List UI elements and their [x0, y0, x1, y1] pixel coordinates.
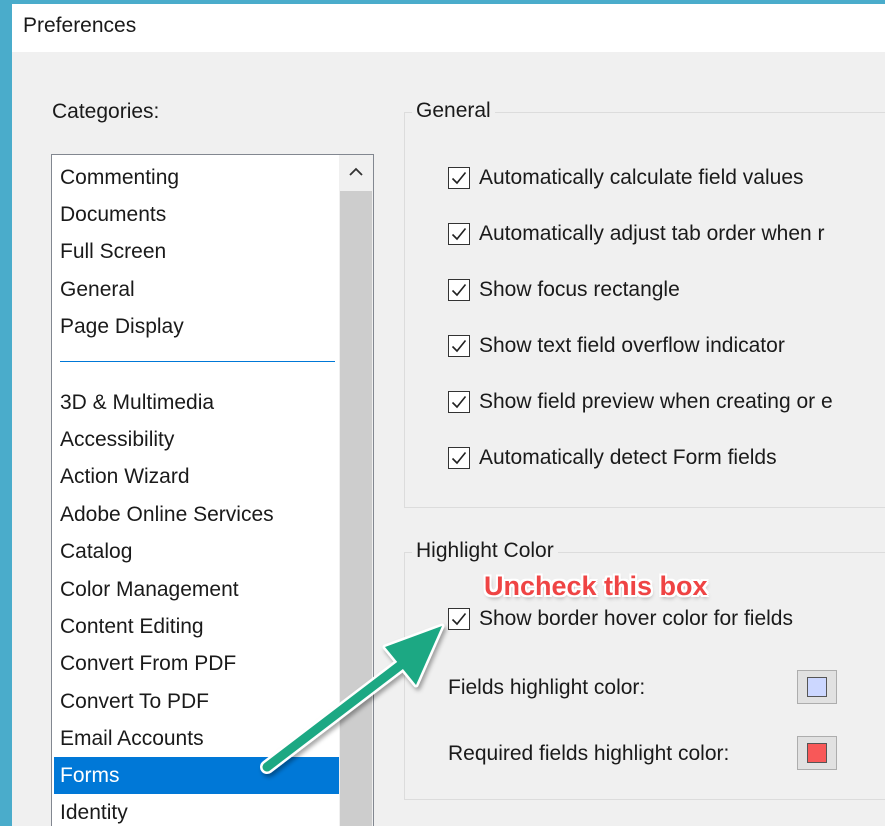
scroll-up-button[interactable] [339, 155, 373, 189]
required-highlight-color-button[interactable] [797, 736, 837, 770]
option-focus-rectangle[interactable]: Show focus rectangle [448, 276, 680, 304]
checkmark-icon [451, 171, 467, 185]
category-item-convert-to-pdf[interactable]: Convert To PDF [54, 683, 341, 720]
list-separator [60, 361, 335, 362]
category-item-content-editing[interactable]: Content Editing [54, 608, 341, 645]
category-item-email-accounts[interactable]: Email Accounts [54, 720, 341, 757]
category-item-documents[interactable]: Documents [54, 196, 341, 233]
checkbox[interactable] [448, 608, 470, 630]
category-item-action-wizard[interactable]: Action Wizard [54, 458, 341, 495]
annotation-text: Uncheck this box [484, 571, 708, 601]
checkmark-icon [451, 612, 467, 626]
category-item-commenting[interactable]: Commenting [54, 159, 341, 196]
option-overflow-indicator[interactable]: Show text field overflow indicator [448, 332, 785, 360]
checkmark-icon [451, 283, 467, 297]
highlight-group-title: Highlight Color [412, 539, 558, 563]
required-highlight-label: Required fields highlight color: [448, 742, 730, 765]
checkmark-icon [451, 227, 467, 241]
checkmark-icon [451, 339, 467, 353]
option-field-preview[interactable]: Show field preview when creating or e [448, 388, 833, 416]
category-item-forms[interactable]: Forms [54, 757, 341, 794]
general-group-title: General [412, 99, 495, 123]
category-item-identity[interactable]: Identity [54, 794, 341, 826]
fields-highlight-label: Fields highlight color: [448, 676, 646, 699]
checkmark-icon [451, 451, 467, 465]
categories-list[interactable]: Commenting Documents Full Screen General… [51, 154, 374, 826]
checkbox[interactable] [448, 279, 470, 301]
fields-highlight-color-button[interactable] [797, 670, 837, 704]
checkbox[interactable] [448, 167, 470, 189]
checkbox[interactable] [448, 447, 470, 469]
category-item-adobe-online-services[interactable]: Adobe Online Services [54, 496, 341, 533]
category-item-full-screen[interactable]: Full Screen [54, 233, 341, 270]
option-label: Show border hover color for fields [479, 607, 793, 630]
category-item-accessibility[interactable]: Accessibility [54, 421, 341, 458]
category-item-3d-multimedia[interactable]: 3D & Multimedia [54, 384, 341, 421]
categories-label: Categories: [52, 100, 160, 123]
chevron-up-icon [349, 163, 363, 181]
option-label: Show text field overflow indicator [479, 334, 785, 357]
checkbox[interactable] [448, 223, 470, 245]
option-detect-form-fields[interactable]: Automatically detect Form fields [448, 444, 777, 472]
category-item-convert-from-pdf[interactable]: Convert From PDF [54, 645, 341, 682]
option-label: Automatically adjust tab order when r [479, 222, 825, 245]
preferences-dialog: Preferences Categories: Commenting Docum… [12, 4, 885, 826]
required-color-swatch [807, 743, 827, 763]
category-item-page-display[interactable]: Page Display [54, 308, 341, 345]
checkbox[interactable] [448, 391, 470, 413]
window-title: Preferences [23, 14, 137, 37]
category-item-color-management[interactable]: Color Management [54, 571, 341, 608]
title-bar: Preferences [12, 4, 885, 52]
scroll-thumb[interactable] [340, 191, 372, 826]
fields-color-swatch [807, 677, 827, 697]
option-label: Show focus rectangle [479, 278, 680, 301]
category-item-catalog[interactable]: Catalog [54, 533, 341, 570]
category-item-general[interactable]: General [54, 271, 341, 308]
option-auto-tab-order[interactable]: Automatically adjust tab order when r [448, 220, 825, 248]
option-label: Automatically calculate field values [479, 166, 804, 189]
option-auto-calculate[interactable]: Automatically calculate field values [448, 164, 804, 192]
checkmark-icon [451, 395, 467, 409]
option-label: Automatically detect Form fields [479, 446, 777, 469]
list-scrollbar[interactable] [339, 155, 373, 826]
option-label: Show field preview when creating or e [479, 390, 833, 413]
option-border-hover[interactable]: Show border hover color for fields [448, 605, 793, 633]
checkbox[interactable] [448, 335, 470, 357]
